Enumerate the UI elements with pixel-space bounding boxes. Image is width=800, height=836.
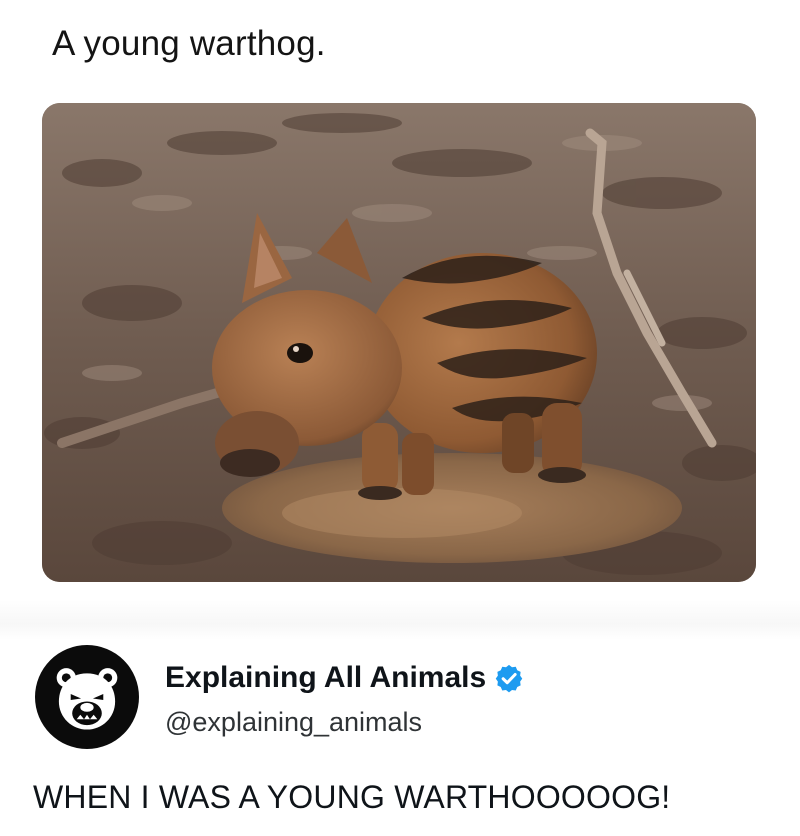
handle[interactable]: @explaining_animals	[165, 704, 422, 740]
bear-face-icon	[56, 668, 118, 730]
warthog-photo	[42, 103, 756, 582]
author-row: Explaining All Animals	[165, 658, 524, 698]
display-name[interactable]: Explaining All Animals	[165, 658, 486, 698]
verified-badge-icon	[495, 664, 523, 693]
divider	[0, 600, 800, 640]
tweet-text: WHEN I WAS A YOUNG WARTHOOOOOG!	[33, 779, 671, 815]
avatar[interactable]	[35, 645, 139, 749]
post-caption: A young warthog.	[52, 24, 326, 63]
